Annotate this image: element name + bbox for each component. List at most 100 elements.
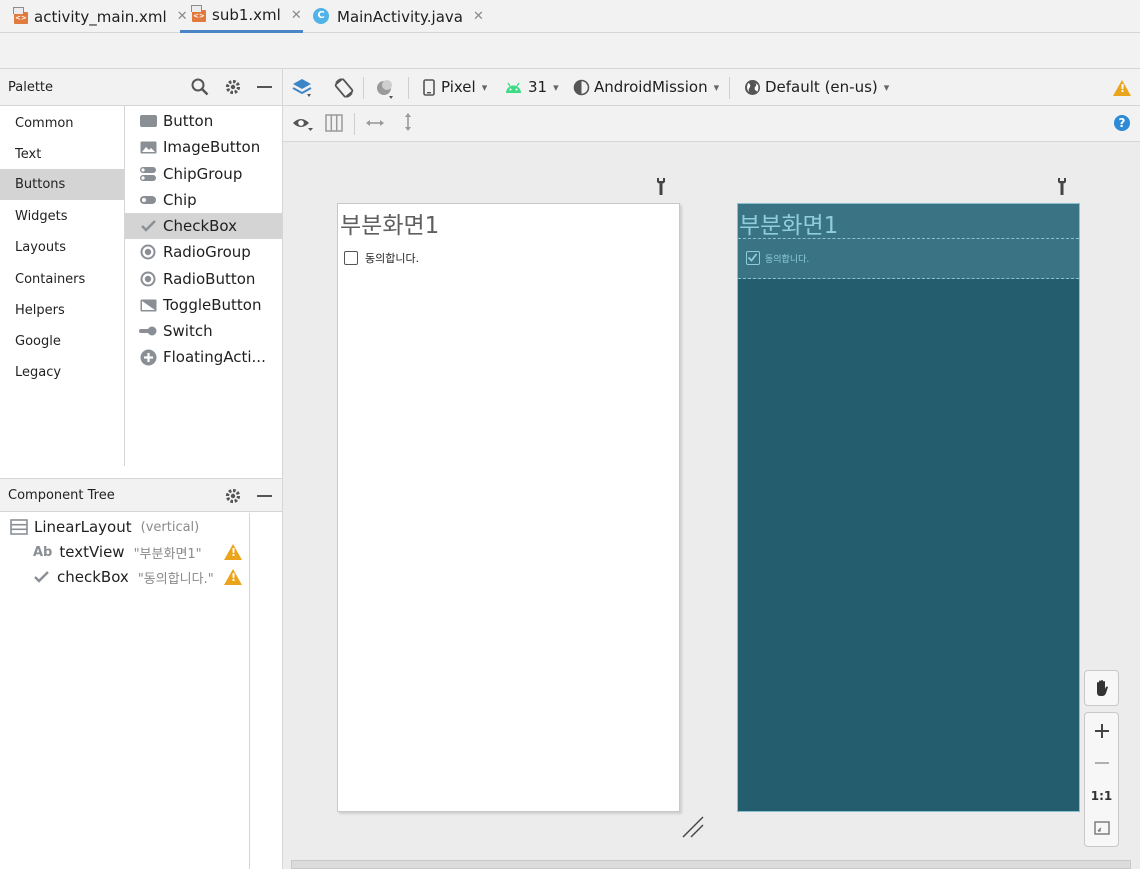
pan-button[interactable]: [1085, 672, 1118, 704]
minimize-icon[interactable]: [257, 86, 272, 88]
horizontal-scrollbar[interactable]: [291, 860, 1131, 869]
palette-item-radiobutton[interactable]: RadioButton: [125, 266, 282, 292]
hand-icon: [1096, 680, 1108, 696]
tree-node-linearlayout[interactable]: LinearLayout (vertical): [10, 516, 199, 538]
chevron-down-icon: ▾: [553, 80, 559, 94]
zoom-controls: 1:1: [1084, 712, 1119, 847]
palette-category-helpers[interactable]: Helpers: [0, 295, 124, 326]
close-icon[interactable]: ✕: [291, 8, 302, 23]
globe-icon: [745, 79, 760, 95]
palette-category-common[interactable]: Common: [0, 108, 124, 139]
palette-item-label: Switch: [163, 322, 213, 340]
tab-label: activity_main.xml: [34, 7, 167, 26]
gear-icon[interactable]: [224, 487, 242, 505]
resize-handle-icon[interactable]: [681, 815, 705, 839]
palette-category-layouts[interactable]: Layouts: [0, 232, 124, 263]
tree-node-detail: (vertical): [140, 519, 200, 535]
blueprint-textview[interactable]: 부분화면1: [738, 204, 1079, 239]
blueprint-preview-screen[interactable]: 부분화면1 동의합니다.: [737, 203, 1080, 812]
device-selector[interactable]: Pixel ▾: [423, 78, 487, 96]
palette-item-togglebutton[interactable]: ToggleButton: [125, 292, 282, 318]
wrench-icon[interactable]: [656, 177, 666, 195]
palette-category-containers[interactable]: Containers: [0, 264, 124, 295]
locale-selector[interactable]: Default (en-us) ▾: [744, 78, 889, 96]
zoom-reset-button[interactable]: 1:1: [1085, 780, 1118, 812]
zoom-out-button[interactable]: [1085, 747, 1118, 779]
preview-title-text[interactable]: 부분화면1: [340, 206, 439, 240]
close-icon[interactable]: ✕: [473, 9, 484, 24]
gear-icon[interactable]: [224, 78, 242, 96]
plus-icon: [1094, 724, 1109, 738]
palette-item-switch[interactable]: Switch: [125, 318, 282, 344]
palette-category-text[interactable]: Text: [0, 139, 124, 170]
horizontal-resize-icon[interactable]: [365, 116, 385, 130]
tree-node-name: textView: [59, 543, 125, 561]
palette-panel: Palette Common Text Buttons Widgets Layo…: [0, 69, 283, 869]
radio-icon: [139, 271, 157, 287]
component-tree-header: Component Tree: [0, 478, 282, 512]
chevron-down-icon: ▾: [713, 80, 720, 94]
locale-label: Default (en-us): [765, 78, 878, 96]
warning-icon[interactable]: [224, 544, 242, 560]
orientation-icon[interactable]: [333, 77, 355, 99]
palette-category-google[interactable]: Google: [0, 326, 124, 357]
palette-item-radiogroup[interactable]: RadioGroup: [125, 239, 282, 265]
columns-icon[interactable]: [325, 114, 343, 132]
toolbar-separator: [363, 77, 364, 99]
palette-item-chip[interactable]: Chip: [125, 187, 282, 213]
design-preview-screen[interactable]: 부분화면1 동의합니다.: [337, 203, 680, 812]
tree-node-textview[interactable]: Ab textView "부분화면1": [33, 541, 202, 563]
blueprint-title-text: 부분화면1: [739, 213, 839, 239]
vertical-resize-icon[interactable]: [401, 112, 415, 132]
palette-category-legacy[interactable]: Legacy: [0, 357, 124, 388]
palette-item-label: RadioButton: [163, 270, 256, 288]
search-icon[interactable]: [191, 78, 209, 96]
palette-item-checkbox[interactable]: CheckBox: [125, 213, 282, 239]
tab-mainactivity-java[interactable]: C MainActivity.java ✕: [313, 0, 484, 33]
tab-activity-main-xml[interactable]: <> activity_main.xml ✕: [12, 0, 188, 33]
preview-checkbox-label: 동의합니다.: [365, 252, 420, 265]
checkbox-box[interactable]: [344, 251, 358, 265]
palette-category-buttons[interactable]: Buttons: [0, 169, 124, 200]
help-icon[interactable]: ?: [1114, 115, 1130, 131]
xml-file-icon: <>: [13, 6, 28, 24]
zoom-fit-button[interactable]: [1085, 812, 1118, 844]
palette-item-button[interactable]: Button: [125, 108, 282, 134]
eye-icon[interactable]: [292, 116, 314, 132]
blueprint-checkbox[interactable]: 동의합니다.: [738, 239, 1079, 279]
theme-icon: [573, 79, 590, 95]
chevron-down-icon: ▾: [883, 80, 890, 94]
palette-category-widgets[interactable]: Widgets: [0, 201, 124, 232]
tab-sub1-xml[interactable]: <> sub1.xml ✕: [180, 0, 303, 33]
java-class-icon: C: [313, 7, 331, 26]
component-tree-title: Component Tree: [8, 488, 115, 503]
warning-icon[interactable]: [1113, 80, 1131, 96]
palette-item-label: Button: [163, 112, 214, 130]
chevron-down-icon: ▾: [481, 80, 488, 94]
toolbar-separator: [354, 113, 355, 135]
palette-item-floatingactionbutton[interactable]: FloatingActi...: [125, 344, 282, 370]
button-icon: [139, 113, 157, 129]
theme-selector[interactable]: AndroidMission ▾: [573, 78, 719, 96]
wrench-icon[interactable]: [1057, 177, 1067, 195]
check-icon: [139, 218, 157, 234]
image-icon: [139, 139, 157, 155]
layers-icon[interactable]: [291, 77, 313, 99]
palette-title: Palette: [8, 80, 54, 95]
tab-label: MainActivity.java: [337, 7, 463, 26]
plus-circle-icon: [139, 349, 157, 365]
palette-item-chipgroup[interactable]: ChipGroup: [125, 161, 282, 187]
night-mode-icon[interactable]: [375, 78, 397, 100]
warning-icon[interactable]: [224, 569, 242, 585]
chip-icon: [139, 192, 157, 208]
design-toolbar: Pixel ▾ 31 ▾ AndroidMission ▾ Default (e…: [283, 69, 1140, 106]
palette-item-imagebutton[interactable]: ImageButton: [125, 134, 282, 160]
check-icon: [34, 571, 49, 583]
preview-checkbox[interactable]: 동의합니다.: [344, 250, 419, 266]
api-level-selector[interactable]: 31 ▾: [505, 78, 559, 96]
zoom-in-button[interactable]: [1085, 715, 1118, 747]
minimize-icon[interactable]: [257, 495, 272, 497]
tree-node-checkbox[interactable]: checkBox "동의합니다.": [33, 566, 214, 588]
palette-item-label: ImageButton: [163, 138, 261, 156]
design-canvas[interactable]: 부분화면1 동의합니다. 부분화면1 동의합니다. 1:1: [283, 142, 1140, 869]
